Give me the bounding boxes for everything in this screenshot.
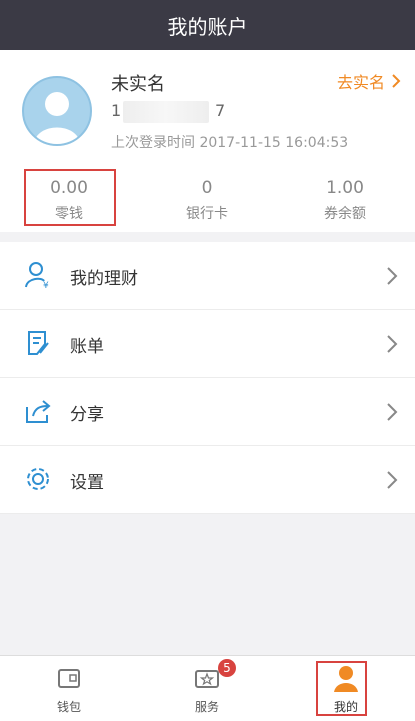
stat-label: 券余额 (324, 206, 366, 222)
tab-label: 服务 (194, 700, 219, 714)
last-login-label: 上次登录时间 (111, 135, 195, 151)
chevron-right-icon (392, 74, 401, 88)
menu-item-label: 分享 (70, 405, 104, 425)
wallet-icon (58, 669, 80, 688)
finance-user-icon: ¥ (25, 262, 49, 289)
highlight-box (316, 661, 367, 716)
stat-value: 0 (201, 178, 213, 198)
share-icon (26, 400, 51, 423)
avatar[interactable] (22, 76, 92, 146)
last-login-time: 2017-11-15 16:04:53 (199, 135, 349, 151)
service-icon (195, 670, 219, 688)
stat-coupon-balance[interactable]: 1.00 券余额 (276, 168, 414, 232)
verify-link[interactable]: 去实名 (337, 69, 401, 93)
profile-card: 未实名 去实名 1 7 上次登录时间 2017-11-15 16:04:53 (0, 50, 415, 169)
stat-bank-card[interactable]: 0 银行卡 (138, 168, 276, 232)
menu-list: ¥ 我的理财 账单 分享 设置 (0, 242, 415, 514)
chevron-right-icon (387, 403, 398, 421)
menu-item-label: 账单 (70, 337, 104, 357)
gear-icon (27, 468, 49, 490)
menu-item-label: 我的理财 (70, 269, 138, 289)
highlight-box (24, 169, 116, 226)
menu-item-finance[interactable]: ¥ 我的理财 (0, 242, 415, 310)
verify-label: 去实名 (336, 73, 385, 92)
phone-start: 1 (111, 101, 122, 120)
notification-badge: 5 (218, 659, 236, 677)
menu-item-bill[interactable]: 账单 (0, 310, 415, 378)
menu-item-settings[interactable]: 设置 (0, 446, 415, 514)
tab-wallet[interactable]: 钱包 (0, 656, 138, 721)
phone-number: 1 7 (111, 101, 225, 123)
stat-value: 1.00 (326, 178, 364, 198)
top-bar: 我的账户 (0, 0, 415, 50)
menu-item-share[interactable]: 分享 (0, 378, 415, 446)
tab-label: 钱包 (56, 700, 81, 714)
chevron-right-icon (387, 267, 398, 285)
phone-blur-mask (123, 101, 209, 123)
svg-text:¥: ¥ (43, 281, 49, 289)
chevron-right-icon (387, 335, 398, 353)
page-title: 我的账户 (167, 14, 248, 39)
chevron-right-icon (387, 471, 398, 489)
stat-label: 银行卡 (186, 206, 228, 222)
user-name: 未实名 (111, 74, 165, 95)
bill-icon (28, 331, 49, 355)
menu-item-label: 设置 (70, 473, 104, 493)
phone-end: 7 (215, 101, 226, 120)
tab-service[interactable]: 5 服务 (138, 656, 276, 721)
last-login: 上次登录时间 2017-11-15 16:04:53 (111, 132, 348, 152)
